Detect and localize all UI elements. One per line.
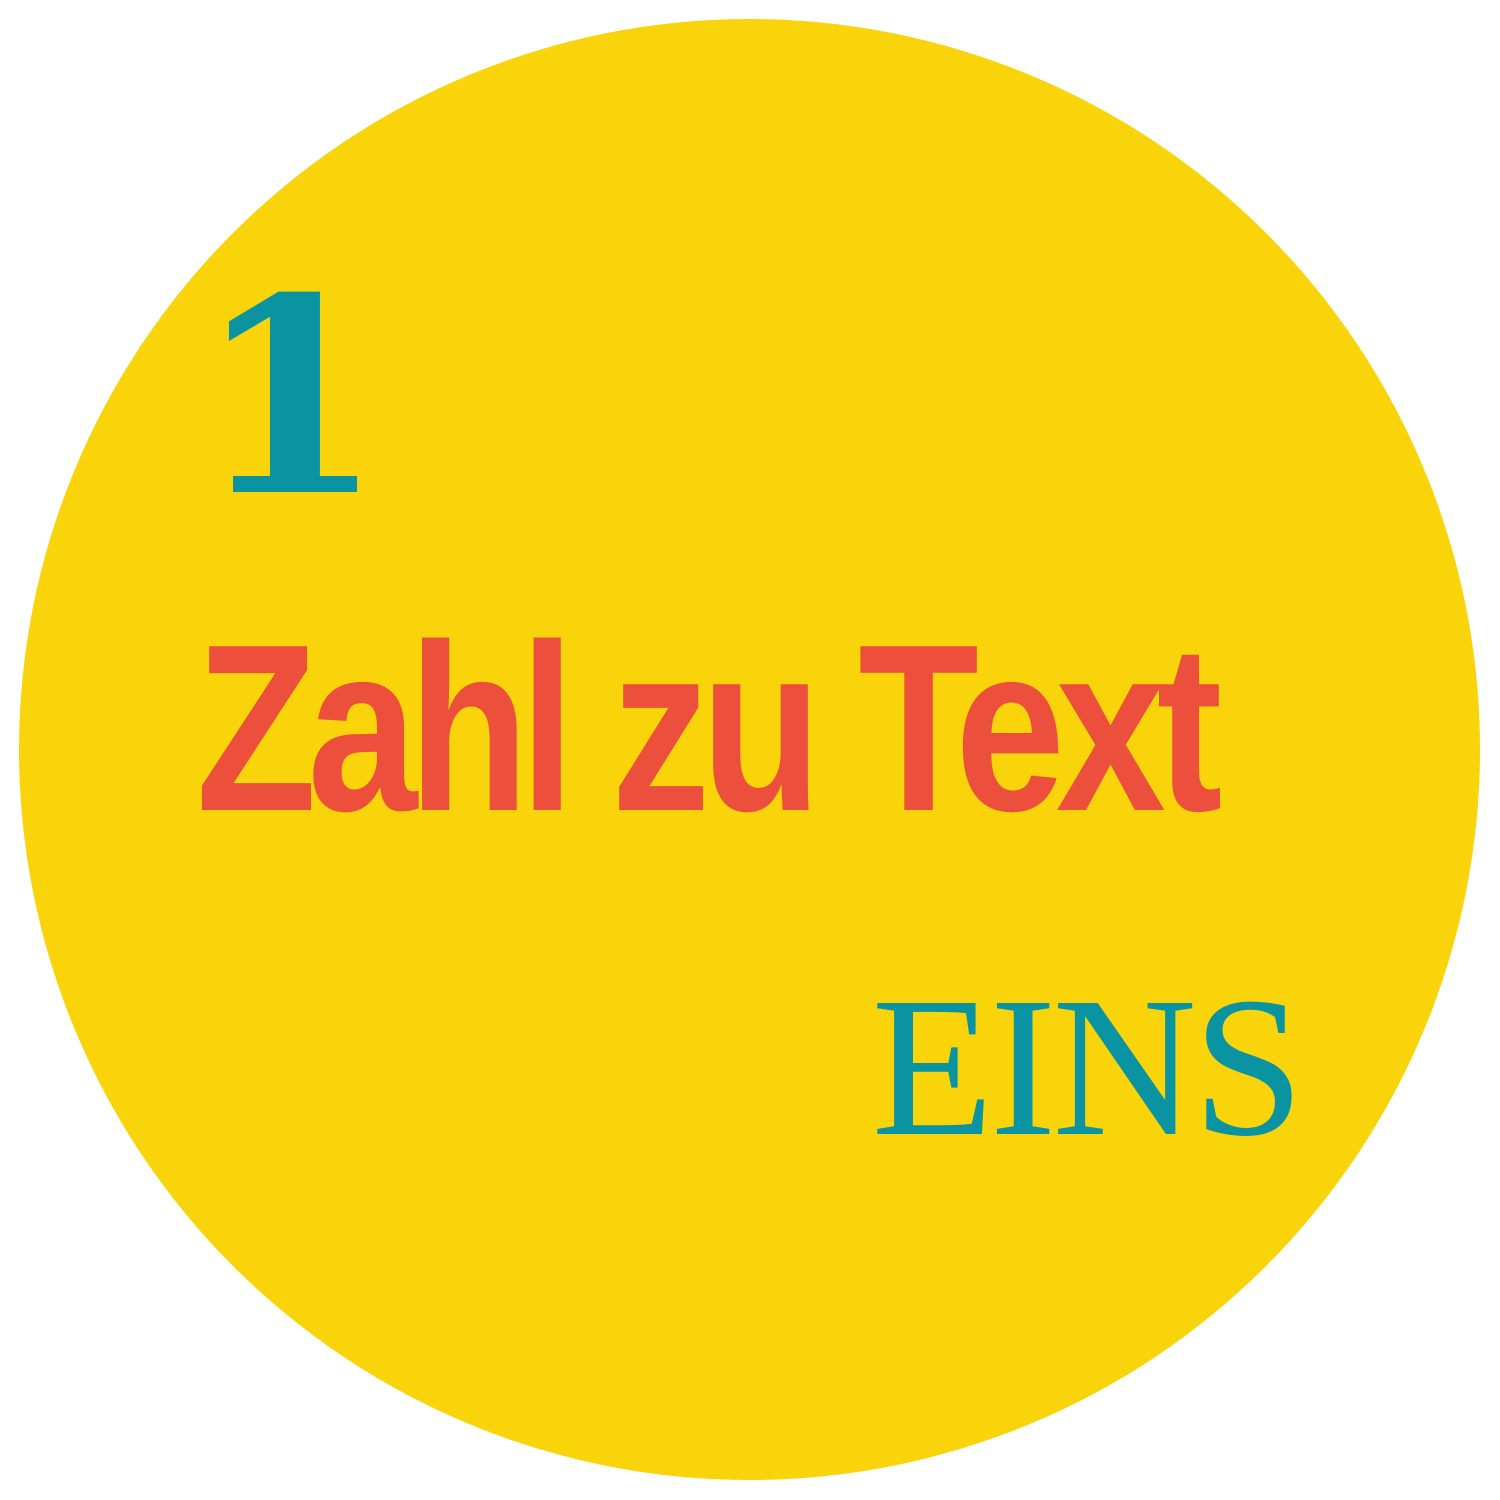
badge-numeral: 1	[196, 238, 384, 556]
badge-word: EINS	[871, 957, 1304, 1178]
badge-canvas: 1 Zahl zu Text EINS	[0, 0, 1500, 1500]
badge-title: Zahl zu Text	[196, 596, 1222, 861]
